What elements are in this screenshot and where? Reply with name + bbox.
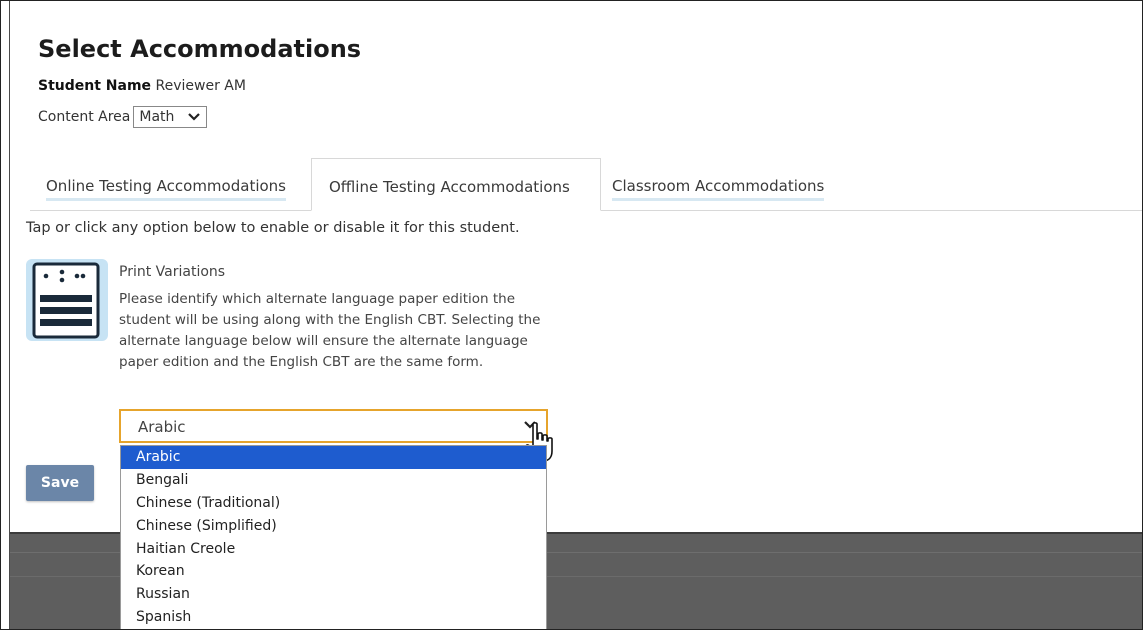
left-edge xyxy=(1,1,10,629)
language-dropdown-list: Arabic Bengali Chinese (Traditional) Chi… xyxy=(120,445,547,629)
tab-label: Offline Testing Accommodations xyxy=(329,178,570,196)
accommodation-tabs: Online Testing Accommodations Offline Te… xyxy=(30,158,1142,211)
language-option[interactable]: Spanish xyxy=(121,606,546,629)
language-option[interactable]: Haitian Creole xyxy=(121,538,546,561)
student-name-value: Reviewer AM xyxy=(155,78,246,94)
content-area-value: Math xyxy=(139,109,175,125)
accommodation-title: Print Variations xyxy=(119,264,226,280)
student-name-row: Student Name Reviewer AM xyxy=(38,78,246,94)
language-select[interactable]: Arabic xyxy=(119,409,548,443)
tab-online-testing[interactable]: Online Testing Accommodations xyxy=(44,158,304,211)
tab-classroom[interactable]: Classroom Accommodations xyxy=(612,158,852,211)
instructions-text: Tap or click any option below to enable … xyxy=(26,220,520,236)
browser-frame: Select Accommodations Student Name Revie… xyxy=(0,0,1143,630)
tab-label: Classroom Accommodations xyxy=(612,177,825,201)
tab-label: Online Testing Accommodations xyxy=(46,177,286,201)
language-option[interactable]: Arabic xyxy=(121,446,546,469)
language-option[interactable]: Chinese (Traditional) xyxy=(121,492,546,515)
page-title: Select Accommodations xyxy=(38,35,362,63)
accommodation-description: Please identify which alternate language… xyxy=(119,291,541,370)
language-option[interactable]: Chinese (Simplified) xyxy=(121,515,546,538)
print-variations-icon[interactable] xyxy=(26,259,108,341)
language-select-value: Arabic xyxy=(138,418,186,436)
content-area-row: Content Area Math xyxy=(38,106,208,128)
save-button[interactable]: Save xyxy=(26,465,94,501)
content-area-select[interactable]: Math xyxy=(133,106,208,128)
language-option[interactable]: Korean xyxy=(121,560,546,583)
tab-offline-testing[interactable]: Offline Testing Accommodations xyxy=(311,158,601,211)
student-name-label: Student Name xyxy=(38,78,152,94)
language-option[interactable]: Bengali xyxy=(121,469,546,492)
language-option[interactable]: Russian xyxy=(121,583,546,606)
chevron-down-icon xyxy=(188,110,201,124)
content-area-label: Content Area xyxy=(38,109,131,125)
